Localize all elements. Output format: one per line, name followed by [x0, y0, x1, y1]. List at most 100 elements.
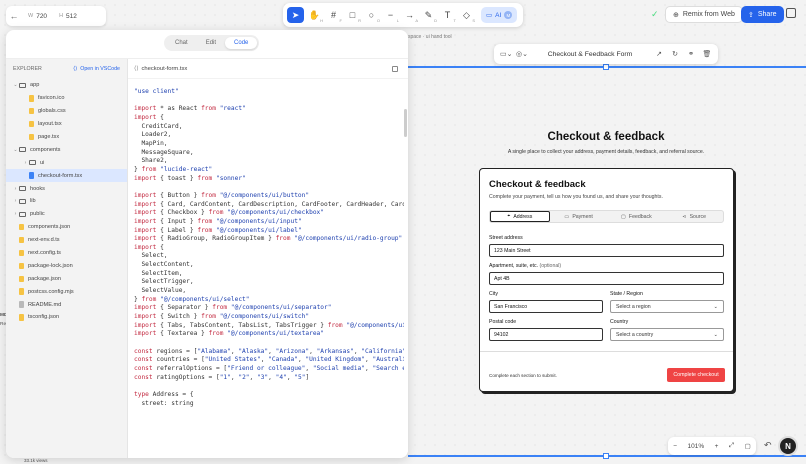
- selection-handle-top[interactable]: [603, 64, 609, 70]
- file-tree: ⌄ app favicon.ico globals.css layout.tsx page…: [6, 79, 127, 324]
- undo-icon[interactable]: ↶: [764, 440, 772, 451]
- tab-code[interactable]: Code: [225, 37, 258, 49]
- remix-from-web-button[interactable]: ⊕ Remix from Web: [665, 6, 743, 23]
- tree-file[interactable]: package-lock.json: [6, 259, 127, 272]
- folder-icon: [29, 160, 36, 166]
- zoom-level[interactable]: 101%: [688, 443, 705, 450]
- tree-file[interactable]: globals.css: [6, 105, 127, 118]
- zoom-in-button[interactable]: +: [715, 443, 719, 450]
- tree-file[interactable]: components.json: [6, 221, 127, 234]
- tree-file[interactable]: favicon.ico: [6, 92, 127, 105]
- text-tool-icon[interactable]: TT: [439, 7, 456, 23]
- ai-mode-button[interactable]: ▭ AI M: [481, 7, 518, 23]
- rectangle-tool-icon[interactable]: □ R: [344, 7, 361, 23]
- code-line: import { Switch } from "@/components/ui/…: [134, 313, 310, 321]
- code-line: import { Input } from "@/components/ui/i…: [134, 217, 302, 225]
- file-explorer: EXPLORER ⟨⟩ Open in VSCode ⌄ app favicon.i…: [6, 59, 128, 458]
- open-in-vscode-link[interactable]: ⟨⟩ Open in VSCode: [73, 66, 120, 72]
- element-title: Checkout & Feedback Form: [547, 50, 633, 58]
- zoom-controls: − 101% + ⤢ ▢: [668, 437, 756, 455]
- tab-source[interactable]: ⋖ Source: [665, 211, 723, 222]
- avatar[interactable]: N: [778, 436, 798, 456]
- code-line: CreditCard,: [134, 122, 183, 130]
- fit-screen-icon[interactable]: ⤢: [729, 442, 734, 450]
- tree-item-label: next.config.ts: [28, 250, 61, 257]
- sidebar-toggle-icon[interactable]: [786, 8, 796, 18]
- code-line: import {: [134, 243, 164, 251]
- selection-handle-bottom[interactable]: [603, 453, 609, 459]
- tab-chat[interactable]: Chat: [166, 37, 197, 49]
- tab-payment[interactable]: ▭ Payment: [550, 211, 608, 222]
- apt-input[interactable]: Apt 4B: [489, 272, 724, 285]
- frame-tool-icon[interactable]: # F: [325, 7, 342, 23]
- code-line: import { Separator } from "@/components/…: [134, 304, 332, 312]
- credit-card-icon: ▭: [564, 213, 570, 220]
- open-external-icon[interactable]: ↗: [654, 50, 664, 58]
- select-tool-icon[interactable]: ➤: [287, 7, 304, 23]
- country-select[interactable]: Select a country ⌄: [610, 328, 724, 341]
- map-pin-icon: ⌖: [507, 213, 511, 219]
- open-in-vscode-label: Open in VSCode: [80, 66, 120, 72]
- trash-icon[interactable]: 🗑: [702, 50, 712, 58]
- tree-file[interactable]: next.config.ts: [6, 247, 127, 260]
- postal-input[interactable]: 94102: [489, 328, 603, 341]
- tree-item-label: page.tsx: [38, 134, 60, 140]
- tree-file[interactable]: layout.tsx: [6, 118, 127, 131]
- code-line: const regions = ["Alabama", "Alaska", "A…: [134, 347, 404, 355]
- share-icon: ⇪: [748, 11, 754, 19]
- tree-folder[interactable]: › public: [6, 208, 127, 221]
- device-icon[interactable]: ▭⌄: [500, 50, 512, 58]
- code-line: } from "@/components/ui/select": [134, 295, 250, 303]
- share-button[interactable]: ⇪ Share: [741, 6, 784, 23]
- ellipse-tool-icon[interactable]: ○ O: [363, 7, 380, 23]
- copy-icon[interactable]: [392, 66, 398, 72]
- tree-item-label: README.md: [28, 301, 62, 308]
- tree-file[interactable]: postcss.config.mjs: [6, 285, 127, 298]
- tree-file[interactable]: tsconfig.json: [6, 311, 127, 324]
- tree-file[interactable]: page.tsx: [6, 131, 127, 144]
- tree-folder[interactable]: › lib: [6, 195, 127, 208]
- tree-file[interactable]: next-env.d.ts: [6, 234, 127, 247]
- tree-file[interactable]: checkout-form.tsx: [6, 169, 127, 183]
- editor-tab[interactable]: ⟨⟩ checkout-form.tsx: [128, 59, 408, 79]
- tree-item-label: favicon.ico: [38, 95, 65, 102]
- refresh-icon[interactable]: ↻: [670, 50, 680, 58]
- tab-address[interactable]: ⌖ Address: [490, 211, 550, 222]
- tree-item-label: next-env.d.ts: [28, 237, 60, 244]
- arrow-tool-icon[interactable]: → A: [401, 7, 418, 23]
- editor-scrollbar[interactable]: [404, 109, 407, 137]
- chevron-right-icon: ›: [14, 211, 17, 218]
- zoom-out-button[interactable]: −: [673, 443, 677, 450]
- tab-feedback[interactable]: ▢ Feedback: [608, 211, 666, 222]
- code-line: import { Button } from "@/components/ui/…: [134, 191, 310, 199]
- link-icon[interactable]: ⚭: [686, 50, 696, 58]
- pen-tool-icon[interactable]: ✎ D: [420, 7, 437, 24]
- code-line: SelectTrigger,: [134, 278, 194, 286]
- tree-folder[interactable]: ⌄ components: [6, 143, 127, 156]
- back-arrow-icon[interactable]: ←: [6, 11, 22, 21]
- tree-file[interactable]: package.json: [6, 272, 127, 285]
- tree-folder[interactable]: › ui: [6, 156, 127, 169]
- code-editor[interactable]: ⟨⟩ checkout-form.tsx "use client" import…: [128, 59, 408, 458]
- shapes-tool-icon[interactable]: ◇ S: [458, 7, 475, 24]
- width-input[interactable]: 720: [36, 13, 47, 20]
- city-input[interactable]: San Francisco: [489, 300, 603, 313]
- code-content[interactable]: "use client" import * as React from "rea…: [134, 88, 404, 458]
- tree-item-label: public: [30, 211, 45, 218]
- palette-icon[interactable]: ◎⌄: [516, 50, 528, 58]
- tree-folder[interactable]: › hooks: [6, 182, 127, 195]
- hand-tool-icon[interactable]: ✋ H: [306, 7, 323, 24]
- fullscreen-icon[interactable]: ▢: [745, 442, 751, 450]
- complete-checkout-button[interactable]: Complete checkout: [667, 368, 725, 382]
- tree-file[interactable]: README.md: [6, 298, 127, 311]
- state-select[interactable]: Select a region ⌄: [610, 300, 724, 313]
- file-icon: [19, 262, 24, 270]
- tree-folder[interactable]: ⌄ app: [6, 79, 127, 92]
- tab-edit[interactable]: Edit: [197, 37, 225, 49]
- height-input[interactable]: 512: [66, 13, 77, 20]
- line-tool-icon[interactable]: − L: [382, 7, 399, 23]
- street-label: Street address: [489, 235, 523, 241]
- tree-item-label: components: [30, 146, 61, 153]
- street-input[interactable]: 123 Main Street: [489, 244, 724, 257]
